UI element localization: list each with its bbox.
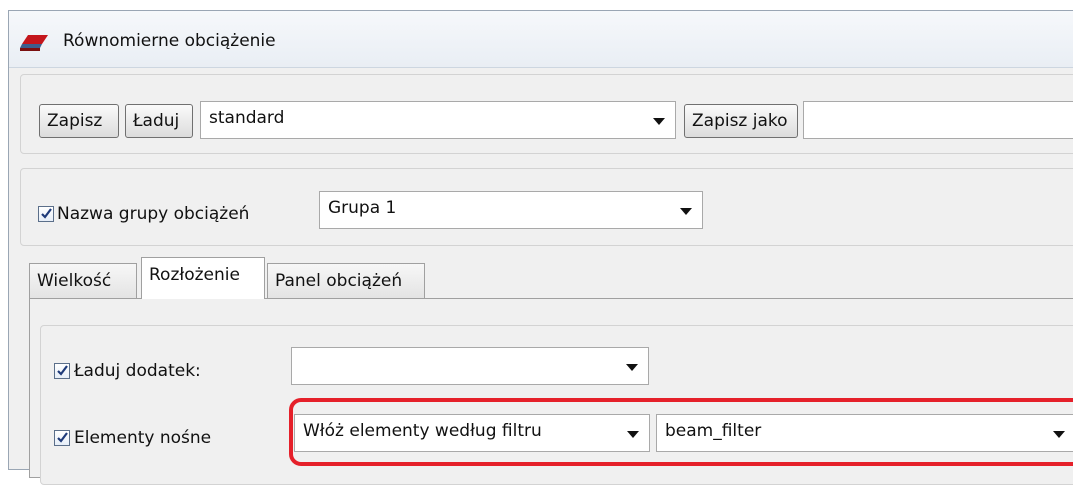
tab-size[interactable]: Wielkość [29,263,137,299]
load-button[interactable]: Ładuj [125,104,193,138]
highlight-frame [289,398,1073,466]
title-bar: Równomierne obciążenie [9,11,1073,68]
load-group-checkbox[interactable] [38,206,54,222]
chevron-down-icon [680,208,692,215]
checkmark-icon [57,432,68,443]
tab-load-panel[interactable]: Panel obciążeń [267,263,425,299]
window-title: Równomierne obciążenie [63,31,276,51]
load-group-value: Grupa 1 [328,198,397,218]
load-app-icon [20,35,48,51]
checkmark-icon [41,208,52,219]
load-addon-select[interactable] [291,347,649,385]
load-addon-label: Ładuj dodatek: [74,361,201,381]
preset-panel: Zapisz Ładuj standard Zapisz jako [20,74,1073,154]
bearing-elements-label: Elementy nośne [74,428,212,448]
preset-select[interactable]: standard [200,101,676,139]
save-button[interactable]: Zapisz [39,104,119,138]
load-group-select[interactable]: Grupa 1 [319,191,703,229]
save-as-name-input[interactable] [803,101,1073,139]
save-as-button[interactable]: Zapisz jako [684,104,798,138]
chevron-down-icon [626,364,638,371]
checkmark-icon [57,365,68,376]
tab-distribution[interactable]: Rozłożenie [141,257,265,299]
bearing-elements-checkbox[interactable] [54,430,70,446]
chevron-down-icon [653,118,665,125]
preset-select-value: standard [209,108,285,128]
load-group-label: Nazwa grupy obciążeń [57,204,250,224]
load-addon-checkbox[interactable] [54,363,70,379]
uniform-load-dialog: Równomierne obciążenie Zapisz Ładuj stan… [8,10,1073,485]
load-group-panel: Nazwa grupy obciążeń Grupa 1 [20,168,1073,246]
